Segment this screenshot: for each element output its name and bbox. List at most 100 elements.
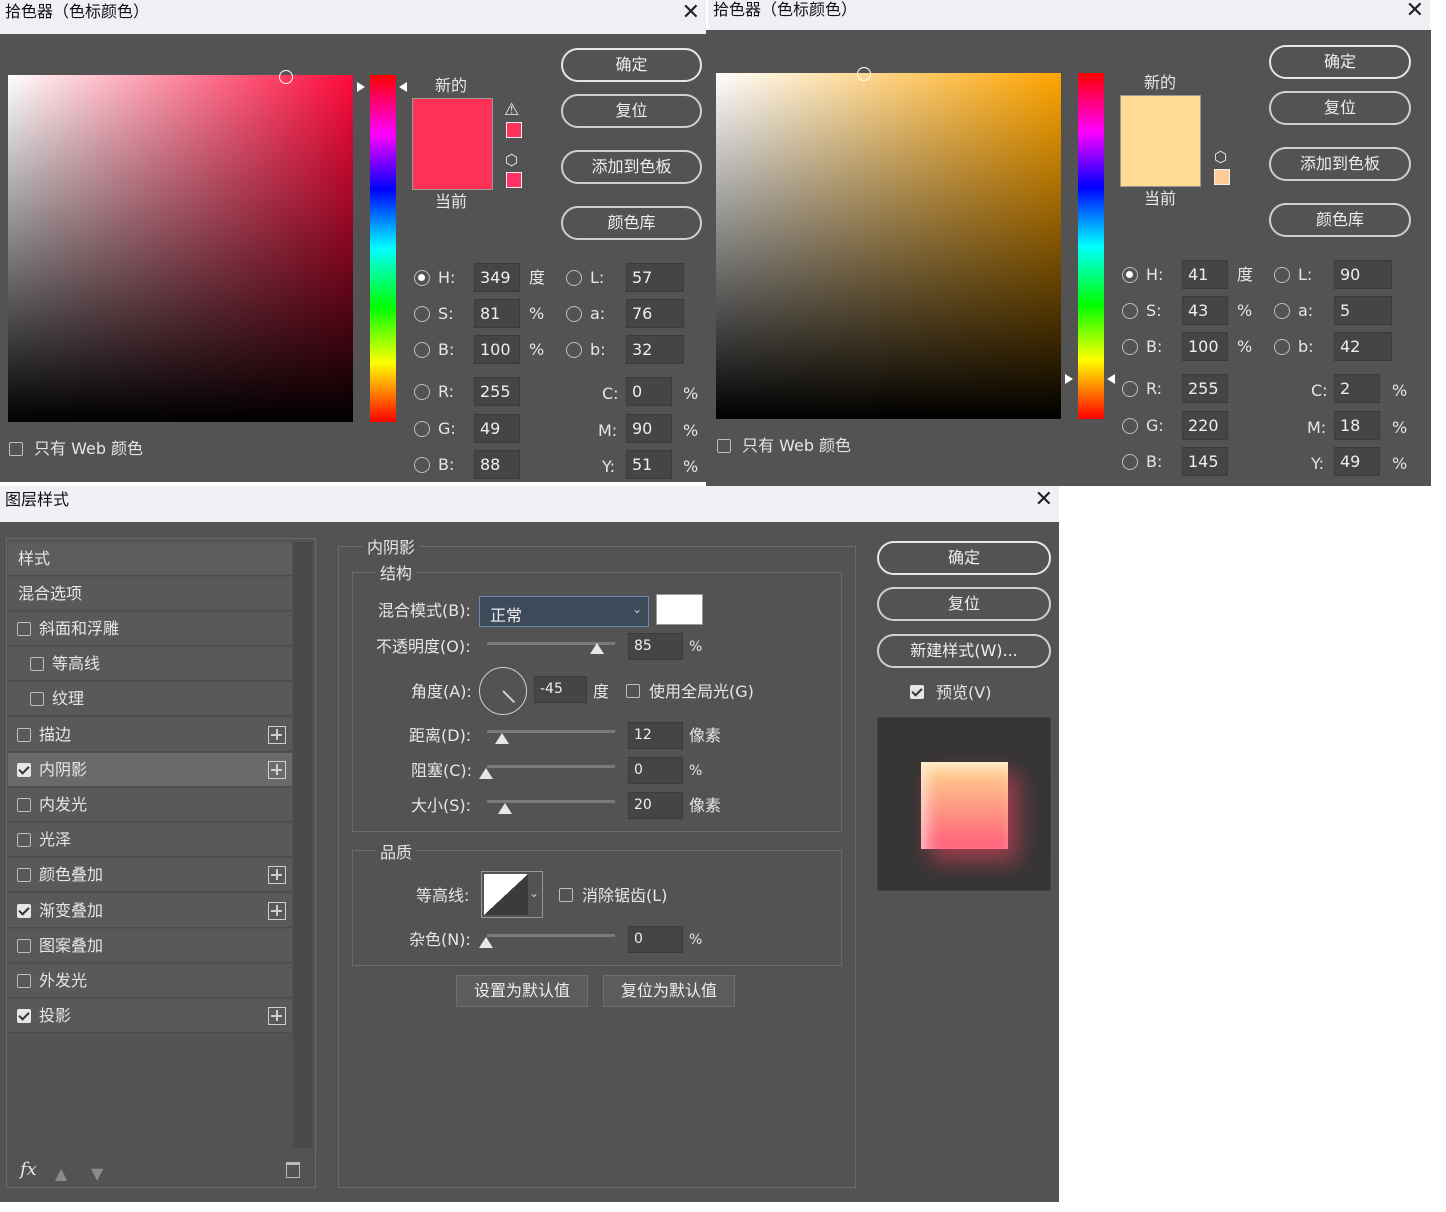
style-item-checkbox[interactable] xyxy=(17,903,31,918)
picker2-reset-button[interactable]: 复位 xyxy=(1269,91,1411,125)
choke-slider-track[interactable] xyxy=(487,765,615,768)
style-item-texture[interactable]: 纹理 xyxy=(8,682,292,717)
picker1-l-radio[interactable] xyxy=(566,270,582,286)
picker1-r-input[interactable]: 255 xyxy=(474,377,520,406)
picker2-close-icon[interactable]: ✕ xyxy=(1406,0,1424,22)
opacity-slider-thumb[interactable] xyxy=(590,643,604,654)
style-item-checkbox[interactable] xyxy=(17,727,31,742)
style-item-checkbox[interactable] xyxy=(30,657,44,672)
opacity-input[interactable]: 85 xyxy=(628,633,683,660)
picker1-bv-radio[interactable] xyxy=(414,342,430,358)
picker1-bc-input[interactable]: 88 xyxy=(474,450,520,479)
distance-input[interactable]: 12 xyxy=(628,722,683,749)
picker1-s-input[interactable]: 81 xyxy=(474,299,520,328)
style-item-checkbox[interactable] xyxy=(30,692,44,707)
layer-style-close-icon[interactable]: ✕ xyxy=(1035,489,1053,511)
picker2-lab-b-input[interactable]: 42 xyxy=(1334,332,1392,361)
picker2-field-cursor[interactable] xyxy=(857,67,871,81)
picker1-a-input[interactable]: 76 xyxy=(626,299,684,328)
blend-mode-select[interactable]: 正常 ⌄ xyxy=(479,596,649,627)
set-default-button[interactable]: 设置为默认值 xyxy=(456,975,588,1007)
picker2-a-radio[interactable] xyxy=(1274,303,1290,319)
picker1-web-swatch[interactable] xyxy=(506,172,522,188)
picker2-g-input[interactable]: 220 xyxy=(1182,411,1228,440)
picker2-bv-radio[interactable] xyxy=(1122,339,1138,355)
preview-checkbox[interactable] xyxy=(910,685,924,699)
move-up-icon[interactable]: ▲ xyxy=(55,1164,67,1183)
picker1-reset-button[interactable]: 复位 xyxy=(561,94,702,128)
picker1-add-swatch-button[interactable]: 添加到色板 xyxy=(561,150,702,184)
noise-slider-track[interactable] xyxy=(487,934,615,937)
style-item-inner-glow[interactable]: 内发光 xyxy=(8,788,292,822)
noise-slider-thumb[interactable] xyxy=(479,937,493,948)
new-style-button[interactable]: 新建样式(W)... xyxy=(877,634,1051,668)
picker2-c-input[interactable]: 2 xyxy=(1334,374,1380,403)
web-cube-icon[interactable]: ⬡ xyxy=(1214,148,1227,166)
angle-input[interactable]: -45 xyxy=(534,676,587,703)
picker2-r-radio[interactable] xyxy=(1122,381,1138,397)
picker1-a-radio[interactable] xyxy=(566,306,582,322)
style-item-inner-shadow[interactable]: 内阴影 xyxy=(8,752,292,787)
style-item-gradient-overlay[interactable]: 渐变叠加 xyxy=(8,893,292,928)
picker1-h-input[interactable]: 349 xyxy=(474,263,520,292)
style-item-bevel-emboss[interactable]: 斜面和浮雕 xyxy=(8,612,292,646)
blend-options-item[interactable]: 混合选项 xyxy=(8,577,292,611)
trash-icon[interactable] xyxy=(286,1162,300,1178)
style-item-stroke[interactable]: 描边 xyxy=(8,717,292,752)
picker1-bc-radio[interactable] xyxy=(414,457,430,473)
angle-dial[interactable] xyxy=(479,667,527,715)
style-item-drop-shadow[interactable]: 投影 xyxy=(8,999,292,1034)
add-effect-plus-icon[interactable] xyxy=(268,725,286,744)
picker1-g-input[interactable]: 49 xyxy=(474,414,520,443)
styles-header[interactable]: 样式 xyxy=(8,542,292,576)
style-item-checkbox[interactable] xyxy=(17,1009,31,1024)
picker1-r-radio[interactable] xyxy=(414,384,430,400)
add-effect-plus-icon[interactable] xyxy=(268,760,286,779)
picker1-field-cursor[interactable] xyxy=(279,70,293,84)
size-input[interactable]: 20 xyxy=(628,792,683,819)
layer-reset-button[interactable]: 复位 xyxy=(877,587,1051,621)
style-item-pattern-overlay[interactable]: 图案叠加 xyxy=(8,928,292,963)
global-light-checkbox[interactable] xyxy=(626,684,640,698)
style-item-satin[interactable]: 光泽 xyxy=(8,823,292,858)
choke-slider-thumb[interactable] xyxy=(479,768,493,779)
picker2-h-radio[interactable] xyxy=(1122,267,1138,283)
picker2-g-radio[interactable] xyxy=(1122,418,1138,434)
picker2-hue-slider[interactable] xyxy=(1078,73,1104,419)
picker1-h-radio[interactable] xyxy=(414,270,430,286)
picker2-s-radio[interactable] xyxy=(1122,303,1138,319)
picker1-ok-button[interactable]: 确定 xyxy=(561,48,702,82)
picker2-color-field[interactable] xyxy=(716,73,1061,419)
picker1-current-swatch[interactable] xyxy=(412,144,493,190)
style-item-outer-glow[interactable]: 外发光 xyxy=(8,964,292,998)
style-item-checkbox[interactable] xyxy=(17,974,31,988)
picker2-l-input[interactable]: 90 xyxy=(1334,260,1392,289)
picker2-l-radio[interactable] xyxy=(1274,267,1290,283)
layer-ok-button[interactable]: 确定 xyxy=(877,541,1051,575)
choke-input[interactable]: 0 xyxy=(628,757,683,784)
add-effect-plus-icon[interactable] xyxy=(268,866,286,885)
picker2-ok-button[interactable]: 确定 xyxy=(1269,45,1411,79)
distance-slider-thumb[interactable] xyxy=(495,733,509,744)
picker2-a-input[interactable]: 5 xyxy=(1334,296,1392,325)
shadow-color-swatch[interactable] xyxy=(656,594,703,625)
picker1-hue-slider[interactable] xyxy=(370,75,396,422)
web-cube-icon[interactable]: ⬡ xyxy=(505,151,518,169)
add-effect-plus-icon[interactable] xyxy=(268,1007,286,1026)
add-effect-plus-icon[interactable] xyxy=(268,901,286,920)
style-item-checkbox[interactable] xyxy=(17,762,31,777)
style-item-checkbox[interactable] xyxy=(17,868,31,883)
picker1-library-button[interactable]: 颜色库 xyxy=(561,206,702,240)
picker1-hue-arrow-right[interactable] xyxy=(399,82,407,92)
style-item-checkbox[interactable] xyxy=(17,938,31,953)
picker2-library-button[interactable]: 颜色库 xyxy=(1269,203,1411,237)
picker1-hue-arrow-left[interactable] xyxy=(357,82,365,92)
picker2-web-only-checkbox[interactable] xyxy=(717,439,731,453)
picker2-s-input[interactable]: 43 xyxy=(1182,296,1228,325)
picker1-color-field[interactable] xyxy=(8,75,353,422)
style-item-checkbox[interactable] xyxy=(17,833,31,848)
size-slider-thumb[interactable] xyxy=(498,803,512,814)
picker2-current-swatch[interactable] xyxy=(1120,141,1201,187)
fx-icon[interactable]: fx xyxy=(20,1160,37,1180)
picker2-hue-arrow-left[interactable] xyxy=(1065,374,1073,384)
